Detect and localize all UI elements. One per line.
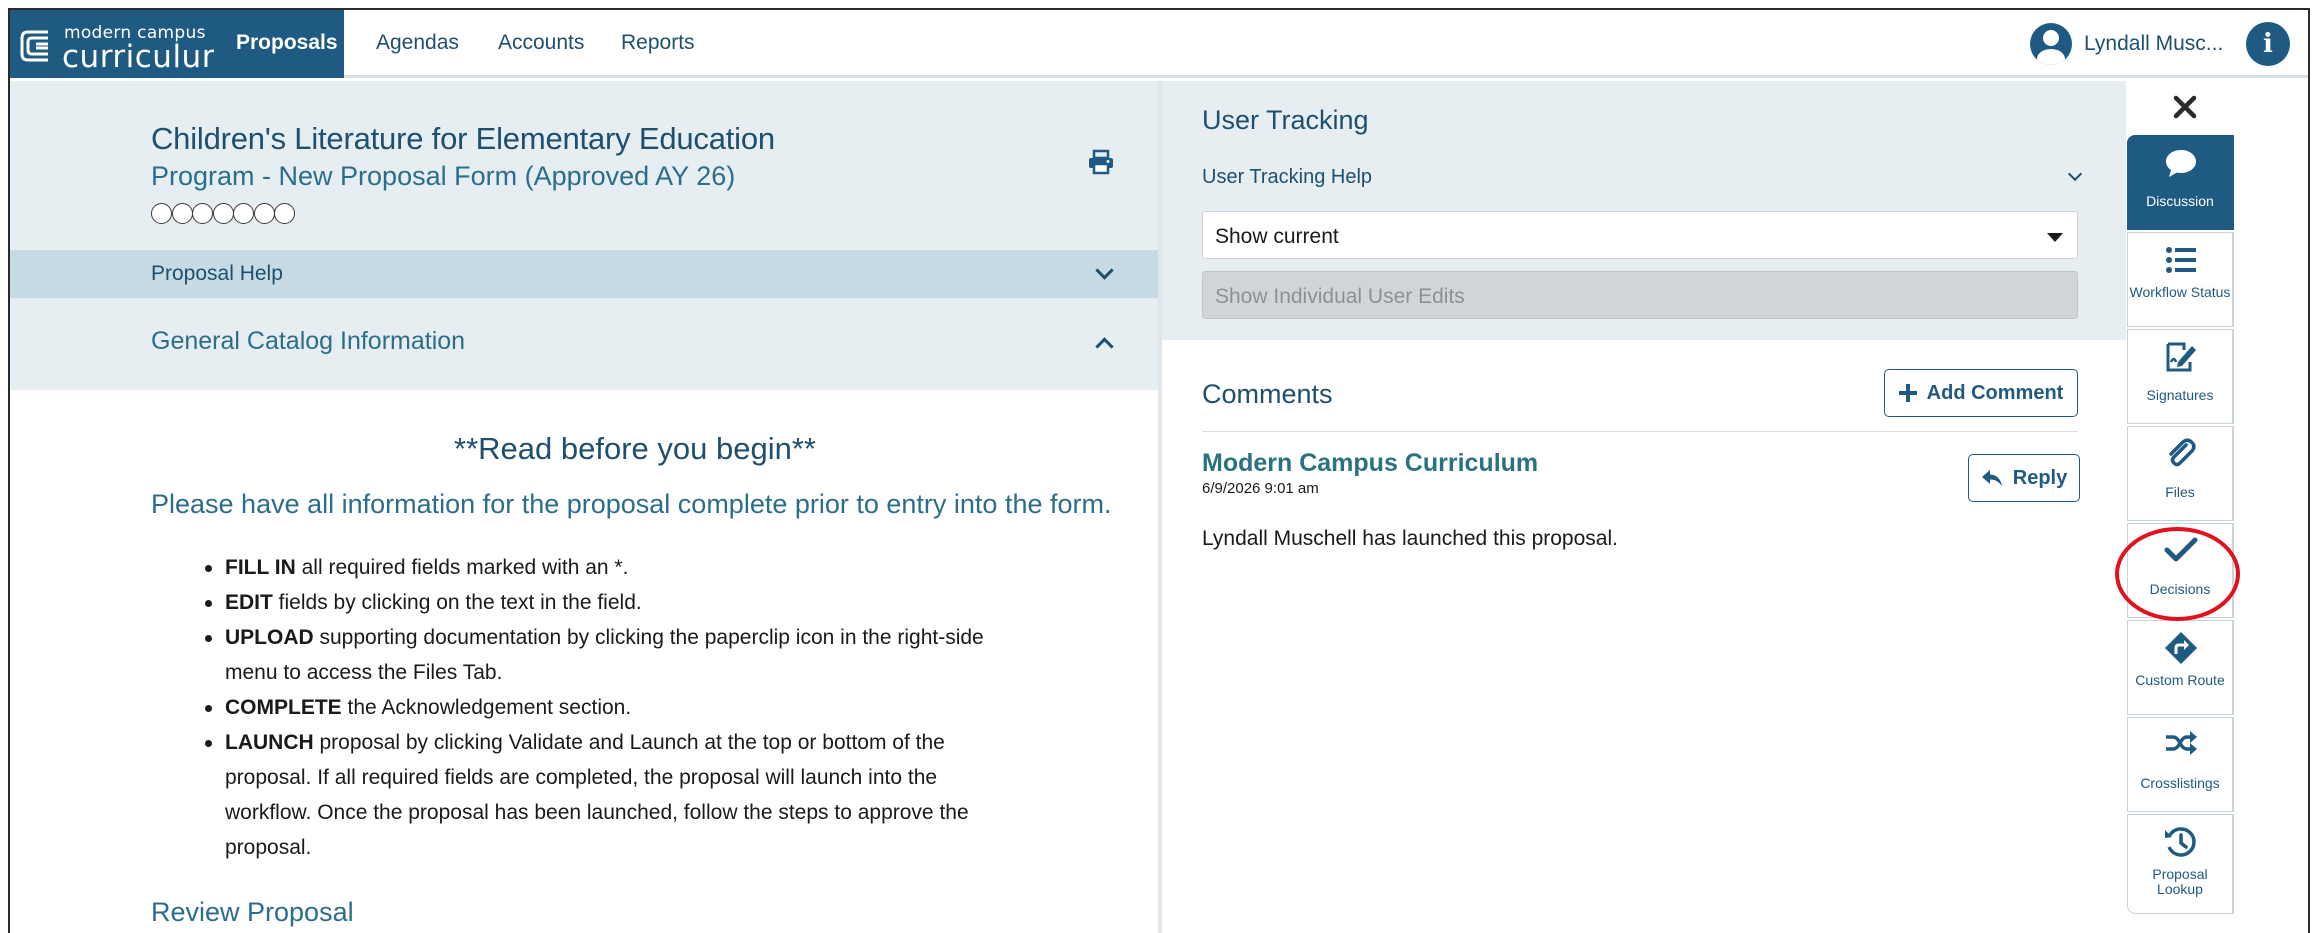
progress-step	[233, 203, 254, 224]
instruction-keyword: UPLOAD	[225, 626, 314, 649]
proposal-pane: Children's Literature for Elementary Edu…	[10, 81, 1158, 933]
tracking-mode-select[interactable]: Show current	[1202, 211, 2078, 259]
progress-step	[192, 203, 213, 224]
highlight-circle	[2115, 527, 2240, 621]
app-window: modern campus curriculum™ Proposals Agen…	[8, 8, 2310, 933]
read-before-heading: **Read before you begin**	[454, 431, 816, 466]
add-comment-label: Add Comment	[1926, 381, 2064, 404]
divider	[1202, 431, 2078, 432]
proposal-title: Children's Literature for Elementary Edu…	[151, 121, 775, 156]
proposal-header: Children's Literature for Elementary Edu…	[10, 81, 1158, 250]
caret-down-icon	[2047, 233, 2063, 242]
progress-step	[253, 203, 275, 224]
proposal-help-bar[interactable]: Proposal Help	[10, 250, 1158, 298]
route-diamond-icon	[2165, 632, 2197, 664]
nav-tab-agendas[interactable]: Agendas	[354, 10, 481, 78]
instructions-intro: Please have all information for the prop…	[151, 489, 1112, 519]
chevron-down-icon	[1095, 261, 1114, 280]
top-navigation: modern campus curriculum™ Proposals Agen…	[10, 10, 2308, 78]
progress-steps	[151, 203, 295, 224]
list-icon	[2166, 247, 2196, 273]
list-item: FILL IN all required fields marked with …	[205, 550, 1065, 585]
rail-files-button[interactable]: Files	[2127, 426, 2234, 521]
list-item: LAUNCH proposal by clicking Validate and…	[205, 725, 1065, 865]
close-icon[interactable]	[2170, 92, 2200, 122]
reply-button[interactable]: Reply	[1968, 454, 2080, 502]
chevron-down-icon[interactable]	[2067, 166, 2083, 182]
reply-arrow-icon	[1981, 470, 2002, 486]
user-tracking-help[interactable]: User Tracking Help	[1202, 166, 1372, 189]
instruction-text: proposal by clicking Validate and Launch…	[225, 731, 969, 859]
info-icon[interactable]: i	[2246, 22, 2290, 66]
rail-label: Workflow Status	[2129, 284, 2231, 300]
section-title: General Catalog Information	[151, 327, 466, 355]
rail-workflow-status-button[interactable]: Workflow Status	[2127, 232, 2234, 327]
instruction-keyword: EDIT	[225, 591, 273, 614]
discussion-pane: User Tracking User Tracking Help Show cu…	[1162, 81, 2126, 933]
rail-label: Crosslistings	[2140, 775, 2220, 791]
chat-bubble-icon	[2166, 150, 2196, 177]
chevron-up-icon	[1095, 337, 1114, 356]
review-proposal-heading: Review Proposal	[151, 897, 354, 927]
user-menu[interactable]: Lyndall Musc...	[2030, 22, 2223, 66]
nav-tab-accounts[interactable]: Accounts	[476, 10, 606, 78]
instruction-keyword: COMPLETE	[225, 696, 342, 719]
plus-icon	[1898, 384, 1917, 402]
instruction-keyword: LAUNCH	[225, 731, 314, 754]
instructions-list: FILL IN all required fields marked with …	[205, 550, 1065, 865]
instruction-text: the Acknowledgement section.	[341, 696, 632, 719]
comments-title: Comments	[1202, 379, 1333, 409]
rail-proposal-lookup-button[interactable]: Proposal Lookup	[2127, 814, 2234, 914]
rail-label: Proposal Lookup	[2152, 866, 2208, 897]
instruction-text: supporting documentation by clicking the…	[225, 626, 984, 684]
comment-date: 6/9/2026 9:01 am	[1202, 480, 1319, 497]
list-item: EDIT fields by clicking on the text in t…	[205, 585, 1065, 620]
proposal-subtitle: Program - New Proposal Form (Approved AY…	[151, 161, 736, 191]
instruction-text: fields by clicking on the text in the fi…	[272, 591, 642, 614]
nav-tab-reports[interactable]: Reports	[599, 10, 717, 78]
rail-custom-route-button[interactable]: Custom Route	[2127, 620, 2234, 715]
show-individual-edits-button[interactable]: Show Individual User Edits	[1202, 271, 2078, 319]
logo-word: curriculum	[62, 39, 233, 75]
user-name: Lyndall Musc...	[2084, 32, 2224, 55]
progress-step	[212, 203, 234, 224]
proposal-help-label: Proposal Help	[151, 262, 283, 285]
logo-mark-icon	[20, 30, 48, 62]
signature-icon	[2166, 342, 2196, 372]
list-item: UPLOAD supporting documentation by click…	[205, 620, 1065, 690]
rail-discussion-button[interactable]: Discussion	[2127, 135, 2234, 230]
user-tracking-panel: User Tracking User Tracking Help Show cu…	[1162, 81, 2126, 340]
list-item: COMPLETE the Acknowledgement section.	[205, 690, 1065, 725]
instruction-text: all required fields marked with an *.	[295, 556, 629, 579]
select-value: Show current	[1215, 225, 1339, 248]
progress-step	[151, 203, 172, 224]
rail-label: Discussion	[2146, 193, 2214, 209]
show-individual-edits-label: Show Individual User Edits	[1215, 285, 1465, 308]
brand-logo[interactable]: modern campus curriculum™	[10, 10, 241, 78]
print-icon[interactable]	[1088, 149, 1114, 175]
reply-label: Reply	[2012, 466, 2068, 489]
rail-label: Custom Route	[2135, 672, 2225, 688]
user-circle-icon	[2030, 23, 2072, 65]
rail-label: Signatures	[2146, 387, 2214, 403]
paperclip-icon	[2169, 438, 2196, 467]
general-catalog-section-header[interactable]: General Catalog Information	[10, 298, 1158, 390]
user-tracking-title: User Tracking	[1202, 105, 1369, 135]
progress-step	[274, 203, 295, 224]
comment-author: Modern Campus Curriculum	[1202, 449, 1539, 477]
rail-signatures-button[interactable]: Signatures	[2127, 329, 2234, 424]
instruction-keyword: FILL IN	[225, 556, 296, 579]
rail-label: Files	[2165, 484, 2195, 500]
progress-step	[171, 203, 193, 224]
shuffle-icon	[2166, 731, 2197, 755]
add-comment-button[interactable]: Add Comment	[1884, 369, 2078, 417]
comment-text: Lyndall Muschell has launched this propo…	[1202, 527, 1618, 550]
history-icon	[2165, 827, 2196, 857]
rail-crosslistings-button[interactable]: Crosslistings	[2127, 717, 2234, 812]
nav-tab-proposals[interactable]: Proposals	[214, 10, 344, 78]
